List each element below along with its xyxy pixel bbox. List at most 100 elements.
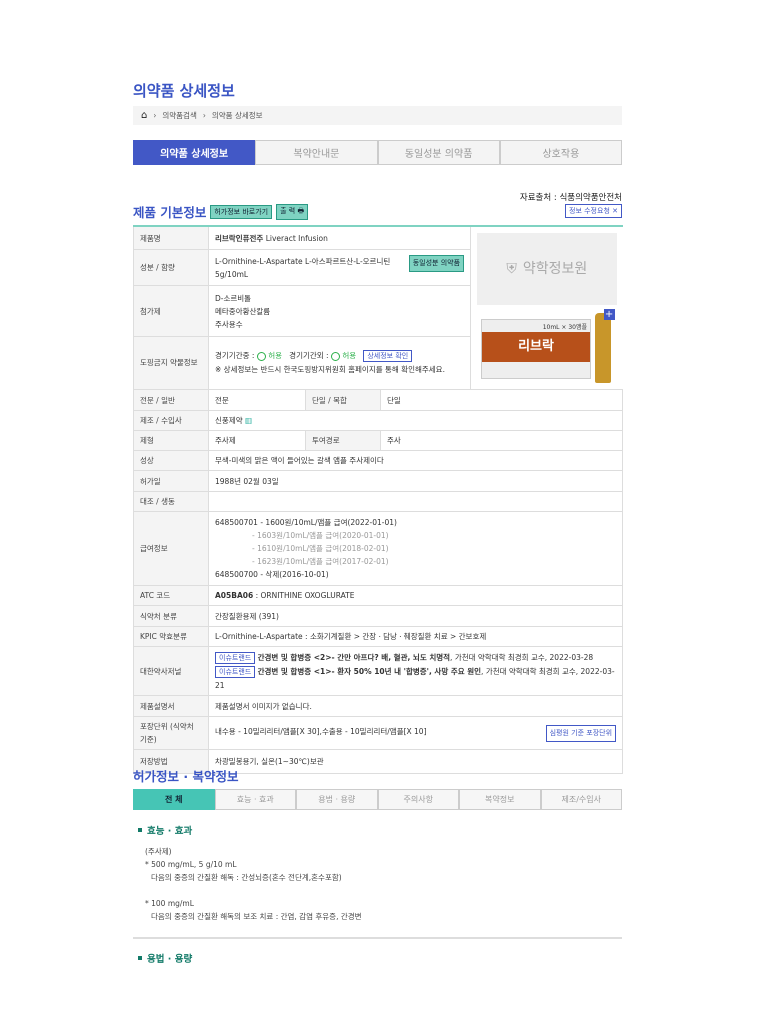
label: ATC 코드: [133, 585, 209, 606]
print-label: 출 력: [280, 206, 296, 215]
out-status: 허용: [342, 351, 357, 361]
fix-request-button[interactable]: 정보 수정요청 ✕: [565, 204, 622, 218]
label: 식약처 분류: [133, 605, 209, 627]
home-icon[interactable]: ⌂: [141, 110, 147, 121]
breadcrumb-item[interactable]: 의약품 상세정보: [212, 110, 263, 121]
permit-link-button[interactable]: 허가정보 바로가기: [210, 204, 273, 219]
insurance-value: 648500701 - 1600원/10mL/앰플 급여(2022-01-01)…: [207, 511, 624, 586]
in-status: 허용: [268, 351, 283, 361]
doping-value: 경기기간중 : 허용 경기기간외 : 허용 상세정보 확인 ※ 상세정보는 반드시…: [207, 335, 472, 391]
main-tabs: 의약품 상세정보 복약안내문 동일성분 의약품 상호작용: [133, 140, 622, 165]
chevron-right-icon: ›: [153, 111, 157, 120]
route-value: 주사: [379, 430, 624, 451]
label: KPIC 약효분류: [133, 626, 209, 647]
maker[interactable]: 신풍제약: [215, 416, 243, 425]
tab-effect[interactable]: 효능 · 효과: [214, 789, 296, 810]
tab-medication[interactable]: 복약정보: [459, 789, 541, 810]
atc-name: : ORNITHINE OXOGLURATE: [253, 591, 355, 600]
insurance-line: 648500700 - 삭제(2016-10-01): [215, 570, 329, 579]
print-button[interactable]: 출 력 🖶: [276, 203, 309, 220]
label: 성분 / 함량: [133, 249, 209, 287]
tab-guide[interactable]: 복약안내문: [255, 140, 378, 165]
article-title: 간경변 및 합병증 <2>- 간만 아프다? 배, 혈관, 뇌도 치명적: [257, 652, 451, 662]
effect-line: * 500 mg/mL, 5 g/10 mL: [145, 860, 237, 869]
generic-value: [207, 491, 624, 512]
tab-detail[interactable]: 의약품 상세정보: [133, 140, 256, 165]
additive: 메타중아황산칼륨: [215, 306, 271, 316]
label: 제품설명서: [133, 695, 209, 717]
additive: 주사용수: [215, 319, 243, 329]
allowed-circle-icon: [330, 351, 340, 361]
allowed-circle-icon: [256, 351, 266, 361]
tab-caution[interactable]: 주의사항: [377, 789, 459, 810]
atc-value: A05BA06 : ORNITHINE OXOGLURATE: [207, 585, 624, 606]
section-title: 제품 기본정보: [133, 205, 207, 220]
tab-same-ingredient[interactable]: 동일성분 의약품: [377, 140, 500, 165]
heading-text: 용법 · 용량: [147, 954, 193, 965]
name-ko: 리브락인퓨전주: [215, 233, 264, 243]
shield-icon: ⛨: [506, 260, 517, 277]
breadcrumb: ⌂ › 의약품검색 › 의약품 상세정보: [133, 106, 622, 125]
bullet-icon: [138, 828, 142, 832]
date-value: 1988년 02월 03일: [207, 470, 624, 492]
data-source: 자료출처 : 식품의약품안전처: [519, 193, 622, 203]
appearance-value: 무색-미색의 맑은 액이 들어있는 갈색 앰플 주사제이다: [207, 450, 624, 471]
atc-code: A05BA06: [215, 591, 254, 600]
label: 투여경로: [305, 430, 381, 451]
label: 제조 / 수입사: [133, 410, 209, 431]
package-value: 내수용 - 10밀리리터/앰플[X 30],수출용 - 10밀리리터/앰플[X …: [207, 716, 624, 750]
printer-icon: 🖶: [297, 206, 305, 215]
insurance-line: - 1610원/10mL/앰플 급여(2018-02-01): [252, 544, 389, 553]
logo-placeholder: ⛨ 약학정보원: [477, 233, 617, 305]
issue-tag: 이슈트랜드: [215, 651, 256, 664]
label: 허가일: [133, 470, 209, 492]
leaflet-value: 제품설명서 이미지가 없습니다.: [207, 695, 624, 717]
effect-line: (주사제): [145, 847, 172, 856]
issue-tag: 이슈트랜드: [215, 665, 256, 678]
tab-dosage[interactable]: 용법 · 용량: [296, 789, 378, 810]
label: 포장단위 (식약처 기준): [133, 716, 209, 750]
journal-item[interactable]: 이슈트랜드 간경변 및 합병증 <2>- 간만 아프다? 배, 혈관, 뇌도 치…: [215, 651, 616, 665]
label: 대조 / 생동: [133, 491, 209, 512]
permit-tabs: 전 체 효능 · 효과 용법 · 용량 주의사항 복약정보 제조/수입사: [133, 789, 622, 810]
effect-line: 다음의 중증의 간질환 해독 : 간성뇌증(혼수 전단계,혼수포함): [151, 873, 342, 882]
additive-value: D-소르비톨메타중아황산칼륨주사용수: [207, 285, 472, 337]
name-en: Liveract Infusion: [265, 233, 328, 243]
effect-line: * 100 mg/mL: [145, 899, 194, 908]
form-value: 주사제: [208, 430, 306, 451]
label: 급여정보: [133, 511, 209, 586]
doping-detail-button[interactable]: 상세정보 확인: [363, 350, 413, 363]
additive: D-소르비톨: [215, 293, 252, 303]
building-icon[interactable]: ▥: [245, 416, 252, 425]
product-images: ⛨ 약학정보원 10mL × 30앰플 리브락 +: [471, 226, 623, 390]
label: 제형: [133, 430, 209, 451]
same-ingredient-button[interactable]: 동일성분 의약품: [408, 254, 465, 272]
tools-icon: ✕: [612, 207, 618, 215]
permit-heading: 허가정보 · 복약정보: [133, 769, 239, 784]
heading-text: 효능 · 효과: [147, 826, 193, 837]
in-competition: 경기기간중 :: [215, 351, 255, 361]
basic-info-table: 제품명 리브락인퓨전주 Liveract Infusion ⛨ 약학정보원 10m…: [133, 225, 624, 774]
product-photo[interactable]: 10mL × 30앰플 리브락 +: [477, 309, 617, 383]
kpic-value: L-Ornithine-L-Aspartate : 소화기계질환 > 간장ㆍ담낭…: [207, 626, 624, 647]
label: 성상: [133, 450, 209, 471]
insurance-line: - 1603원/10mL/앰플 급여(2020-01-01): [252, 531, 389, 540]
ingredient: L-Ornithine-L-Aspartate L-아스파르트산-L-오르니틴: [215, 256, 391, 266]
label: 제품명: [133, 225, 209, 251]
zoom-plus-icon[interactable]: +: [603, 309, 615, 320]
tab-all[interactable]: 전 체: [133, 789, 215, 810]
combo-value: 단일: [379, 389, 624, 411]
label: 대한약사저널: [133, 646, 209, 696]
journal-item[interactable]: 이슈트랜드 간경변 및 합병증 <1>- 환자 50% 10년 내 '합병증',…: [215, 665, 616, 692]
type-value: 전문: [208, 389, 306, 411]
tab-maker[interactable]: 제조/수입사: [540, 789, 622, 810]
storage-value: 차광밀봉용기, 실온(1~30℃)보관: [207, 749, 624, 774]
breadcrumb-item[interactable]: 의약품검색: [162, 110, 197, 121]
tab-interaction[interactable]: 상호작용: [499, 140, 622, 165]
hira-package-button[interactable]: 심평원 기준 포장단위: [545, 724, 617, 742]
basic-info-heading: 제품 기본정보 허가정보 바로가기 출 력 🖶: [133, 202, 309, 221]
article-meta: , 가천대 약학대학 최경희 교수, 2022-03-28: [450, 652, 594, 662]
doping-note: ※ 상세정보는 반드시 한국도핑방지위원회 홈페이지를 통해 확인해주세요.: [215, 365, 445, 375]
dosage-heading: 용법 · 용량: [138, 951, 192, 965]
out-competition: 경기기간외 :: [289, 351, 329, 361]
